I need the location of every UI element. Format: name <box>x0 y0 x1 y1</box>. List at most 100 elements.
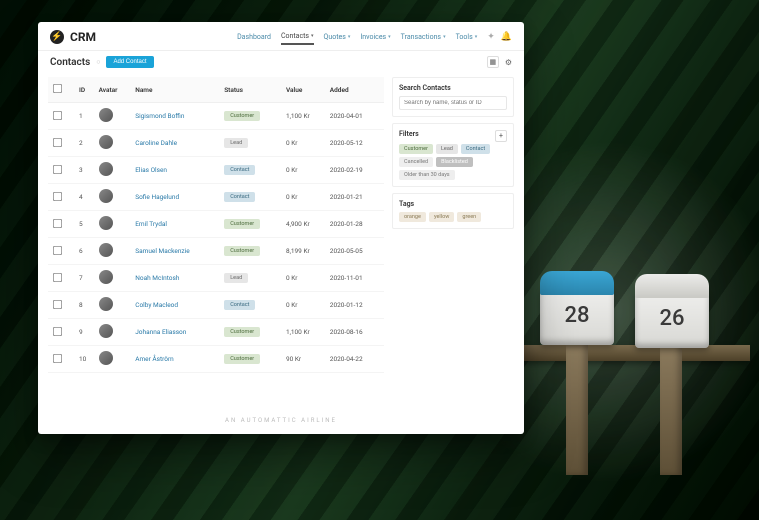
row-checkbox[interactable] <box>53 110 62 119</box>
row-checkbox[interactable] <box>53 326 62 335</box>
save-filter-icon[interactable]: + <box>495 130 507 142</box>
contact-name-link[interactable]: Samuel Mackenzie <box>135 247 189 255</box>
filter-customer[interactable]: Customer <box>399 144 433 154</box>
brand-name: CRM <box>70 30 96 44</box>
avatar <box>99 135 113 149</box>
notifications-icon[interactable]: 🔔 <box>501 32 512 42</box>
contact-name-link[interactable]: Emil Trydal <box>135 220 167 228</box>
search-title: Search Contacts <box>399 84 507 92</box>
row-checkbox[interactable] <box>53 218 62 227</box>
row-checkbox[interactable] <box>53 299 62 308</box>
row-checkbox[interactable] <box>53 272 62 281</box>
filters-panel: Filters + CustomerLeadContactCancelledBl… <box>392 123 514 187</box>
tag-orange[interactable]: orange <box>399 212 426 222</box>
nav-transactions[interactable]: Transactions▾ <box>401 33 446 41</box>
nav-quotes[interactable]: Quotes▾ <box>324 33 351 41</box>
col-value[interactable]: Value <box>283 77 327 103</box>
tags-panel: Tags orangeyellowgreen <box>392 193 514 229</box>
cell-value: 0 Kr <box>283 130 327 157</box>
avatar <box>99 189 113 203</box>
nav-invoices[interactable]: Invoices▾ <box>360 33 390 41</box>
status-badge: Customer <box>224 327 260 337</box>
cell-value: 8,199 Kr <box>283 238 327 265</box>
cell-id: 8 <box>76 292 96 319</box>
col-status[interactable]: Status <box>221 77 283 103</box>
table-row[interactable]: 10Amer ÅströmCustomer90 Kr2020-04-22 <box>48 346 384 373</box>
contact-name-link[interactable]: Sofie Hagelund <box>135 193 179 201</box>
table-row[interactable]: 3Elias OlsenContact0 Kr2020-02-19 <box>48 157 384 184</box>
subheader: Contacts ○ Add Contact ▦ ⚙ <box>38 51 524 73</box>
table-row[interactable]: 7Noah McIntoshLead0 Kr2020-11-01 <box>48 265 384 292</box>
contact-name-link[interactable]: Colby Macleod <box>135 301 178 309</box>
contact-name-link[interactable]: Johanna Eliasson <box>135 328 186 336</box>
settings-gear-icon[interactable]: ⚙ <box>505 58 512 67</box>
sidebar: Search Contacts Filters + CustomerLeadCo… <box>392 77 514 409</box>
contact-name-link[interactable]: Amer Åström <box>135 355 173 363</box>
cell-added: 2020-01-21 <box>327 184 384 211</box>
layout-toggle-icon[interactable]: ▦ <box>487 56 499 68</box>
row-checkbox[interactable] <box>53 353 62 362</box>
row-checkbox[interactable] <box>53 245 62 254</box>
mailbox-number: 26 <box>659 306 684 331</box>
cell-value: 0 Kr <box>283 184 327 211</box>
row-checkbox[interactable] <box>53 137 62 146</box>
nav-tools[interactable]: Tools▾ <box>456 33 478 41</box>
table-row[interactable]: 8Colby MacleodContact0 Kr2020-01-12 <box>48 292 384 319</box>
wood-post <box>566 345 588 475</box>
cell-value: 0 Kr <box>283 292 327 319</box>
avatar <box>99 216 113 230</box>
mailbox: 26 <box>635 288 709 348</box>
mailbox: 28 <box>540 285 614 345</box>
page-title: Contacts <box>50 57 90 68</box>
cell-id: 5 <box>76 211 96 238</box>
table-row[interactable]: 1Sigismond BoffinCustomer1,100 Kr2020-04… <box>48 103 384 130</box>
filter-blacklisted[interactable]: Blacklisted <box>436 157 473 167</box>
tag-green[interactable]: green <box>457 212 481 222</box>
contact-name-link[interactable]: Caroline Dahle <box>135 139 177 147</box>
contact-name-link[interactable]: Noah McIntosh <box>135 274 179 282</box>
table-row[interactable]: 4Sofie HagelundContact0 Kr2020-01-21 <box>48 184 384 211</box>
cell-added: 2020-11-01 <box>327 265 384 292</box>
main-nav: Dashboard Contacts▾ Quotes▾ Invoices▾ Transa… <box>237 32 477 42</box>
search-panel: Search Contacts <box>392 77 514 117</box>
nav-dashboard[interactable]: Dashboard <box>237 33 271 41</box>
nav-contacts[interactable]: Contacts▾ <box>281 32 314 45</box>
contact-name-link[interactable]: Elias Olsen <box>135 166 167 174</box>
cell-id: 2 <box>76 130 96 157</box>
status-badge: Lead <box>224 138 248 148</box>
table-row[interactable]: 5Emil TrydalCustomer4,900 Kr2020-01-28 <box>48 211 384 238</box>
select-all-checkbox[interactable] <box>53 84 62 93</box>
cell-id: 10 <box>76 346 96 373</box>
avatar <box>99 162 113 176</box>
filter-older[interactable]: Older than 30 days <box>399 170 455 180</box>
table-row[interactable]: 9Johanna EliassonCustomer1,100 Kr2020-08… <box>48 319 384 346</box>
col-avatar[interactable]: Avatar <box>96 77 133 103</box>
cell-id: 7 <box>76 265 96 292</box>
cell-id: 3 <box>76 157 96 184</box>
table-row[interactable]: 2Caroline DahleLead0 Kr2020-05-12 <box>48 130 384 157</box>
chevron-down-icon: ▾ <box>443 34 446 40</box>
cell-value: 1,100 Kr <box>283 103 327 130</box>
search-input[interactable] <box>399 96 507 110</box>
tag-yellow[interactable]: yellow <box>429 212 454 222</box>
cell-id: 6 <box>76 238 96 265</box>
add-contact-button[interactable]: Add Contact <box>106 56 153 68</box>
col-added[interactable]: Added <box>327 77 384 103</box>
col-name[interactable]: Name <box>132 77 221 103</box>
extension-icon[interactable]: ✦ <box>487 32 495 42</box>
topbar: ⚡ CRM DashboardContacts▾Quotes▾Invoices▾… <box>38 22 524 51</box>
tags-title: Tags <box>399 200 507 208</box>
row-checkbox[interactable] <box>53 191 62 200</box>
table-row[interactable]: 6Samuel MackenzieCustomer8,199 Kr2020-05… <box>48 238 384 265</box>
contact-name-link[interactable]: Sigismond Boffin <box>135 112 184 120</box>
col-id[interactable]: ID <box>76 77 96 103</box>
cell-added: 2020-05-05 <box>327 238 384 265</box>
filter-lead[interactable]: Lead <box>436 144 458 154</box>
cell-added: 2020-04-01 <box>327 103 384 130</box>
crm-app-window: ⚡ CRM DashboardContacts▾Quotes▾Invoices▾… <box>38 22 524 434</box>
filter-contact[interactable]: Contact <box>461 144 490 154</box>
row-checkbox[interactable] <box>53 164 62 173</box>
footer-text: AN AUTOMATTIC AIRLINE <box>38 409 524 434</box>
count-badge: ○ <box>96 58 100 66</box>
filter-cancelled[interactable]: Cancelled <box>399 157 433 167</box>
